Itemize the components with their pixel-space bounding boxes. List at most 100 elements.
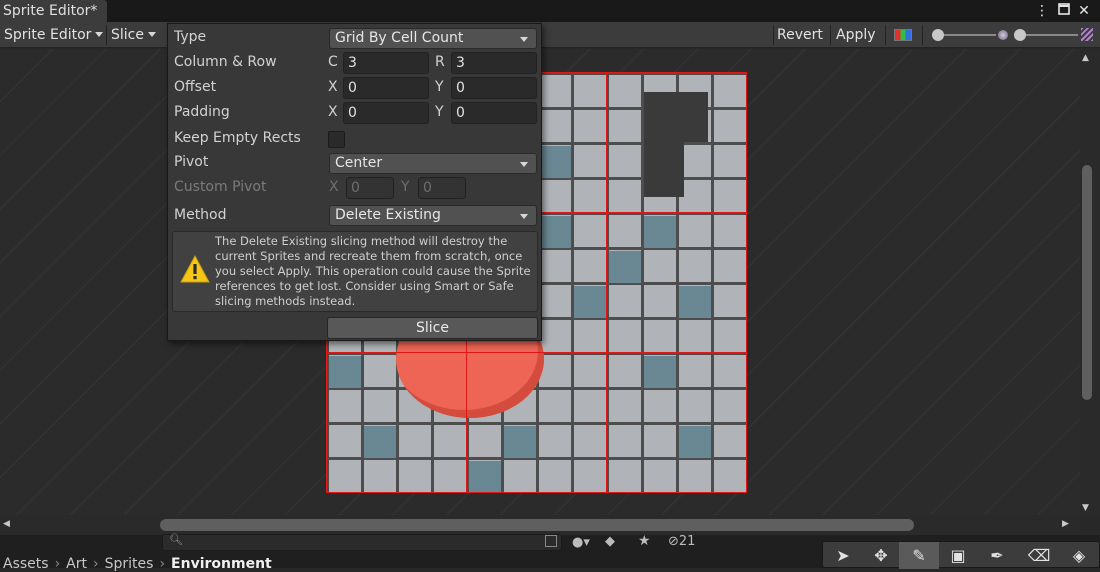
eraser-icon[interactable]: ⌫ xyxy=(1019,542,1059,569)
select-icon[interactable]: ➤ xyxy=(823,542,863,569)
chevron-down-icon xyxy=(520,214,528,219)
slice-line xyxy=(326,352,747,353)
tile xyxy=(644,92,708,142)
close-icon[interactable]: ✕ xyxy=(1075,2,1093,20)
eyedropper-icon[interactable]: ✒ xyxy=(977,542,1017,569)
favorites-star-icon[interactable]: ★ xyxy=(638,533,651,549)
vertical-scroll-thumb[interactable] xyxy=(1082,165,1092,400)
hidden-packages-toggle[interactable]: ⊘21 xyxy=(668,534,695,549)
rgb-channel-icon[interactable] xyxy=(894,29,912,41)
type-dropdown[interactable]: Grid By Cell Count xyxy=(329,28,537,49)
slice-button[interactable]: Slice xyxy=(327,317,538,339)
breadcrumb: Assets › Art › Sprites › Environment xyxy=(3,556,272,572)
fill-icon[interactable]: ◈ xyxy=(1059,542,1099,569)
c-axis-label: C xyxy=(328,54,338,70)
tile xyxy=(644,216,676,248)
search-icon: 🔍︎ xyxy=(169,533,183,546)
slice-line xyxy=(326,492,747,493)
eye-slash-icon: ⊘ xyxy=(668,534,679,549)
r-axis-label: R xyxy=(435,54,445,70)
method-label: Method xyxy=(174,207,227,223)
apply-button[interactable]: Apply xyxy=(832,22,880,48)
tile xyxy=(644,142,684,197)
tile xyxy=(329,356,361,388)
padding-x-axis-label: X xyxy=(328,104,338,120)
type-value: Grid By Cell Count xyxy=(335,30,464,46)
offset-y-field[interactable]: 0 xyxy=(451,77,537,99)
chevron-right-icon: › xyxy=(93,556,99,572)
method-dropdown[interactable]: Delete Existing xyxy=(329,205,537,226)
window-tab-strip: Sprite Editor* ⋮ ✕ xyxy=(0,0,1100,22)
mip-icon xyxy=(1081,28,1093,41)
slice-line xyxy=(746,72,747,493)
window-tab[interactable]: Sprite Editor* xyxy=(0,0,108,22)
column-count-field[interactable]: 3 xyxy=(343,52,429,74)
pivot-value: Center xyxy=(335,155,383,171)
custom-pivot-y-field: 0 xyxy=(418,177,466,199)
keep-empty-rects-checkbox[interactable] xyxy=(328,131,345,148)
slice-menu-label: Slice xyxy=(111,27,144,43)
offset-label: Offset xyxy=(174,79,217,95)
chevron-right-icon: › xyxy=(159,556,166,572)
breadcrumb-environment[interactable]: Environment xyxy=(171,556,272,572)
custom-pivot-x-axis-label: X xyxy=(329,179,339,195)
alpha-icon xyxy=(998,30,1008,40)
padding-y-field[interactable]: 0 xyxy=(451,102,537,124)
brush-icon[interactable]: ✎ xyxy=(899,542,939,569)
offset-x-field[interactable]: 0 xyxy=(343,77,429,99)
chevron-down-icon xyxy=(520,37,528,42)
tile xyxy=(644,356,676,388)
breadcrumb-art[interactable]: Art xyxy=(66,556,87,572)
scroll-up-icon[interactable]: ▲ xyxy=(1082,53,1089,63)
tool-strip: ➤ ✥ ✎ ▣ ✒ ⌫ ◈ xyxy=(822,541,1100,569)
keep-empty-rects-label: Keep Empty Rects xyxy=(174,130,301,146)
tile xyxy=(574,286,606,318)
scroll-right-icon[interactable]: ▶ xyxy=(1062,519,1069,529)
alpha-slider-handle[interactable] xyxy=(932,29,944,41)
custom-pivot-label: Custom Pivot xyxy=(174,179,267,195)
tile xyxy=(609,251,641,283)
padding-y-axis-label: Y xyxy=(435,104,444,120)
slice-menu[interactable]: Slice xyxy=(107,22,160,48)
divider xyxy=(830,25,831,45)
filter-by-type-icon[interactable]: ●▾ xyxy=(572,535,590,550)
filter-by-label-icon[interactable]: ◆ xyxy=(605,534,615,549)
scroll-left-icon[interactable]: ◀ xyxy=(3,519,10,529)
pivot-dropdown[interactable]: Center xyxy=(329,153,537,174)
sprite-editor-menu-label: Sprite Editor xyxy=(4,27,92,43)
horizontal-scroll-thumb[interactable] xyxy=(160,519,914,531)
toolbar: Sprite Editor Slice Revert Apply xyxy=(0,22,1100,48)
offset-x-axis-label: X xyxy=(328,79,338,95)
move-icon[interactable]: ✥ xyxy=(861,542,901,569)
breadcrumb-sprites[interactable]: Sprites xyxy=(105,556,154,572)
slice-line xyxy=(606,72,607,493)
chevron-down-icon xyxy=(95,31,104,37)
sprite-editor-menu[interactable]: Sprite Editor xyxy=(0,22,107,48)
rect-icon[interactable]: ▣ xyxy=(938,542,978,569)
search-by-type-icon[interactable] xyxy=(545,535,557,547)
row-count-field[interactable]: 3 xyxy=(451,52,537,74)
chevron-right-icon: › xyxy=(54,556,61,572)
kebab-icon[interactable]: ⋮ xyxy=(1033,2,1051,20)
tile xyxy=(504,426,536,458)
slice-popup: Type Grid By Cell Count Column & Row C 3… xyxy=(167,23,542,341)
tile xyxy=(539,216,571,248)
padding-label: Padding xyxy=(174,104,230,120)
padding-x-field[interactable]: 0 xyxy=(343,102,429,124)
divider xyxy=(922,25,923,45)
custom-pivot-x-field: 0 xyxy=(346,177,394,199)
mip-slider-handle[interactable] xyxy=(1014,29,1026,41)
search-input[interactable]: 🔍︎ xyxy=(162,533,562,551)
method-help-box: The Delete Existing slicing method will … xyxy=(172,231,538,312)
tile xyxy=(679,286,711,318)
tile xyxy=(679,426,711,458)
pivot-label: Pivot xyxy=(174,154,209,170)
maximize-icon[interactable] xyxy=(1055,2,1073,20)
revert-button[interactable]: Revert xyxy=(773,22,827,48)
breadcrumb-assets[interactable]: Assets xyxy=(3,556,49,572)
custom-pivot-y-axis-label: Y xyxy=(401,179,410,195)
method-help-text: The Delete Existing slicing method will … xyxy=(215,234,531,308)
chevron-down-icon xyxy=(147,31,156,37)
scroll-down-icon[interactable]: ▼ xyxy=(1082,503,1089,513)
chevron-down-icon xyxy=(520,162,528,167)
